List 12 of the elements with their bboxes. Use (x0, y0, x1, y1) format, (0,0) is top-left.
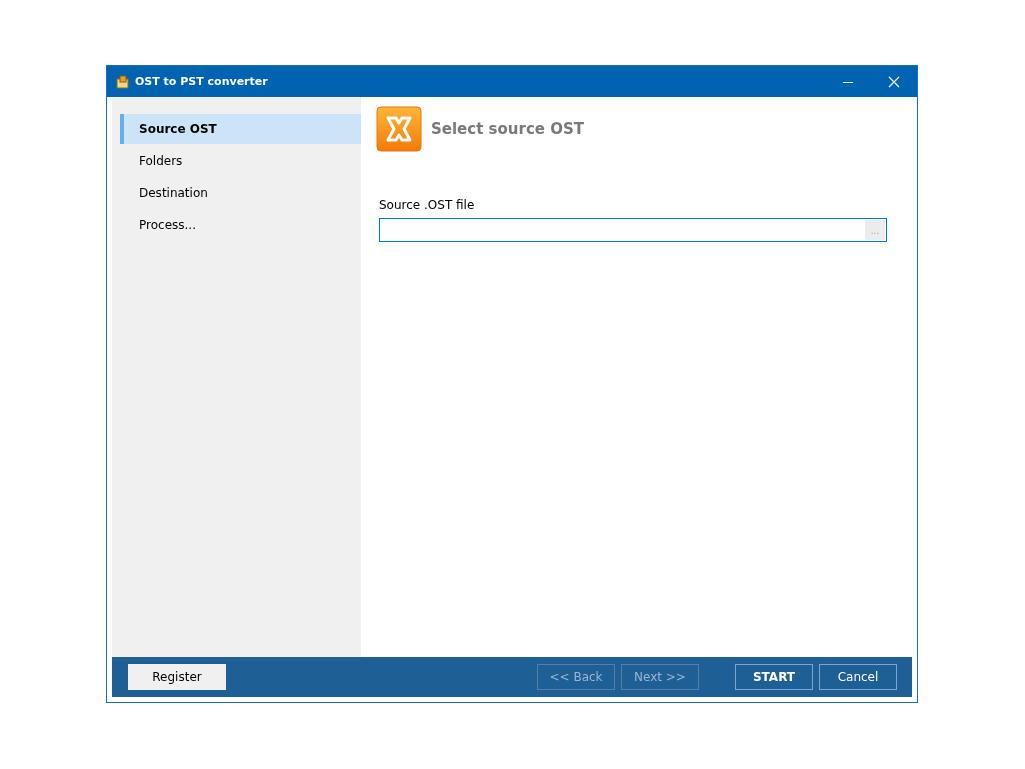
app-icon (116, 74, 130, 89)
footer-button[interactable]: START (735, 664, 813, 690)
sidebar-item[interactable]: Folders (120, 146, 361, 176)
sidebar-item[interactable]: Process... (120, 210, 361, 240)
sidebar-item[interactable]: Destination (120, 178, 361, 208)
field-label: Source .OST file (379, 198, 476, 212)
register-button[interactable]: Register (128, 664, 226, 690)
window-title: OST to PST converter (135, 75, 268, 88)
close-icon[interactable] (888, 75, 900, 88)
footer-button[interactable]: Cancel (819, 664, 897, 690)
sidebar-item[interactable]: Source OST (120, 114, 361, 144)
page-heading: Select source OST (431, 120, 584, 138)
